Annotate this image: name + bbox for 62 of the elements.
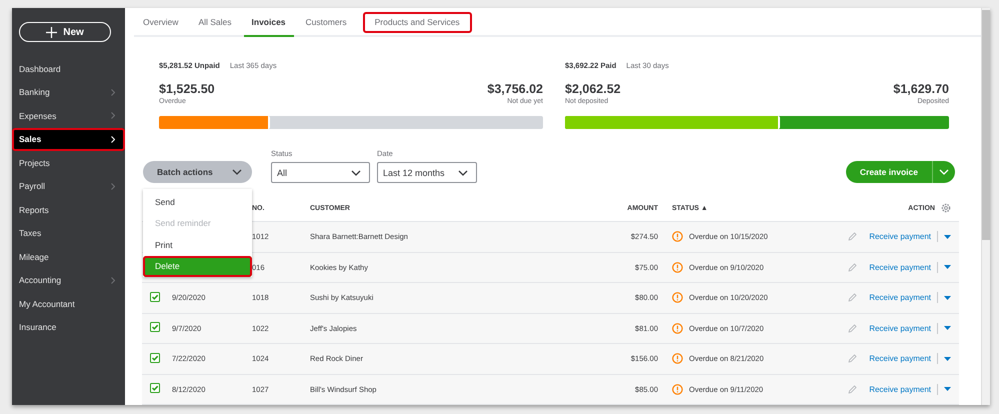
summary-amount: $1,629.70 xyxy=(893,82,949,96)
warning-icon xyxy=(672,231,683,242)
receive-payment-link[interactable]: Receive payment xyxy=(869,293,931,302)
warning-icon xyxy=(672,322,683,334)
sidebar-item[interactable]: Banking xyxy=(12,80,125,104)
pencil-icon[interactable] xyxy=(848,262,858,272)
receive-payment-link[interactable]: Receive payment xyxy=(869,262,931,272)
checkbox[interactable] xyxy=(150,292,160,302)
pencil-icon[interactable] xyxy=(848,384,858,394)
sidebar-item[interactable]: Projects xyxy=(12,151,125,174)
chevron-down-icon xyxy=(458,170,468,176)
tab[interactable]: Products and Services xyxy=(362,12,472,33)
sidebar-item[interactable]: Accounting xyxy=(12,268,125,292)
caret-down-icon[interactable] xyxy=(944,356,951,361)
sidebar-item[interactable]: Insurance xyxy=(12,316,125,339)
sidebar-item[interactable]: Expenses xyxy=(12,104,125,128)
sidebar-item[interactable]: My Accountant xyxy=(12,292,125,316)
warning-icon xyxy=(672,353,683,364)
sidebar-item[interactable]: Payroll xyxy=(12,174,125,198)
warning-icon xyxy=(672,292,683,304)
checkbox[interactable] xyxy=(150,322,160,332)
pencil-icon[interactable] xyxy=(848,324,858,333)
status-dropdown[interactable]: All xyxy=(271,162,370,183)
sidebar-item[interactable]: Mileage xyxy=(12,245,125,268)
checkbox[interactable] xyxy=(150,383,160,394)
summary-amount: $1,525.50 xyxy=(159,82,215,96)
menu-item[interactable]: Send xyxy=(143,191,252,212)
warning-icon xyxy=(672,384,683,395)
menu-item[interactable]: Print xyxy=(143,234,252,256)
chevron-down-icon xyxy=(351,170,361,176)
caret-down-icon[interactable] xyxy=(944,265,951,270)
caret-down-icon[interactable] xyxy=(944,387,951,392)
pencil-icon[interactable] xyxy=(848,293,858,302)
scrollbar-thumb[interactable] xyxy=(982,10,990,240)
summary-amount: $3,756.02 xyxy=(487,82,543,96)
warning-icon xyxy=(672,262,683,273)
sidebar-item[interactable]: Sales xyxy=(12,128,125,151)
pencil-icon[interactable] xyxy=(848,232,858,242)
caret-down-icon[interactable] xyxy=(944,326,951,330)
caret-down-icon[interactable] xyxy=(944,234,951,239)
receive-payment-link[interactable]: Receive payment xyxy=(869,324,931,333)
chevron-down-icon xyxy=(939,169,949,175)
caret-down-icon[interactable] xyxy=(944,296,951,300)
tab[interactable]: Overview xyxy=(143,8,186,37)
receive-payment-link[interactable]: Receive payment xyxy=(869,384,931,394)
receive-payment-link[interactable]: Receive payment xyxy=(869,232,931,242)
sidebar-item[interactable]: Reports xyxy=(12,198,125,222)
tab[interactable]: All Sales xyxy=(190,8,240,37)
summary-amount: $2,062.52 xyxy=(565,82,621,96)
sidebar-item[interactable]: Dashboard xyxy=(12,57,125,80)
settings-icon[interactable] xyxy=(941,203,951,213)
sidebar-item[interactable]: Taxes xyxy=(12,222,125,245)
tab[interactable]: Customers xyxy=(298,8,355,37)
batch-actions-button[interactable]: Batch actions xyxy=(143,161,252,183)
checkbox[interactable] xyxy=(150,352,160,363)
new-button[interactable]: New xyxy=(19,22,111,42)
chevron-down-icon xyxy=(232,169,242,175)
tab[interactable]: Invoices xyxy=(244,8,294,37)
pencil-icon[interactable] xyxy=(848,354,858,364)
plus-icon xyxy=(46,26,58,38)
receive-payment-link[interactable]: Receive payment xyxy=(869,354,931,364)
date-dropdown[interactable]: Last 12 months xyxy=(377,162,477,183)
